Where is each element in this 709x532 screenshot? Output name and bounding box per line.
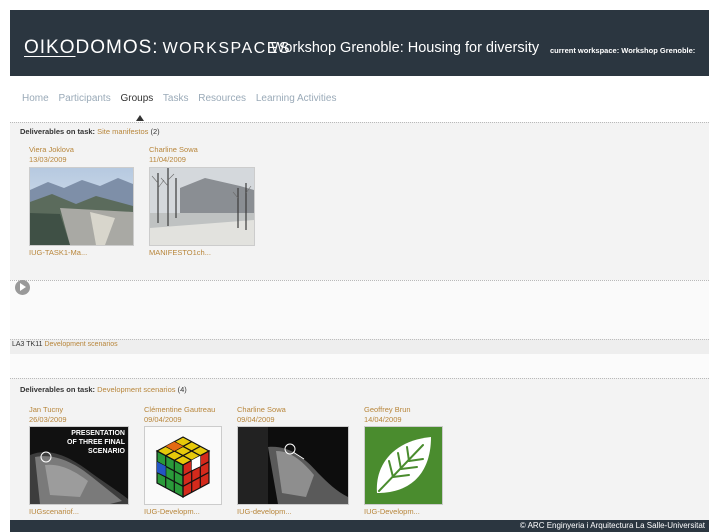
footer-bar: © ARC Enginyeria i Arquitectura La Salle… xyxy=(10,520,709,532)
valley-city-photo xyxy=(30,168,133,245)
section-heading: Deliverables on task: Development scenar… xyxy=(20,385,187,394)
section-heading: Deliverables on task: Site manifestos (2… xyxy=(20,127,160,136)
copyright-text: © ARC Enginyeria i Arquitectura La Salle… xyxy=(519,521,705,530)
author-link[interactable]: Charline Sowa xyxy=(149,145,259,154)
thumbnail-image[interactable]: PRESENTATION OF THREE FINAL SCENARIO xyxy=(29,426,129,505)
tab-tasks[interactable]: Tasks xyxy=(163,93,189,104)
next-arrow-icon[interactable] xyxy=(15,280,30,295)
file-link[interactable]: IUG-TASK1-Ma... xyxy=(29,248,87,257)
date-label: 26/03/2009 xyxy=(29,415,67,424)
header-bar: OIKODOMOS: WORKSPACES Workshop Grenoble: … xyxy=(10,10,709,76)
deliverable-item: Geoffrey Brun 14/04/2009 IUG-Developm... xyxy=(364,405,474,516)
brand-oiko: OIKO xyxy=(24,37,76,58)
tab-resources[interactable]: Resources xyxy=(198,93,246,104)
file-link[interactable]: MANIFESTO1ch... xyxy=(149,248,211,257)
deliverable-item: Charline Sowa 09/04/2009 IUG-developm... xyxy=(237,405,349,516)
author-link[interactable]: Charline Sowa xyxy=(237,405,347,414)
deliverable-item: Charline Sowa 11/04/2009 MANIFESTO1ch... xyxy=(149,145,259,257)
thumbnail-image[interactable] xyxy=(29,167,134,246)
date-label: 09/04/2009 xyxy=(237,415,275,424)
author-link[interactable]: Geoffrey Brun xyxy=(364,405,474,414)
deliverables-panel-development-scenarios: Deliverables on task: Development scenar… xyxy=(10,378,709,521)
thumbnail-image[interactable] xyxy=(144,426,222,505)
deliverable-count: (4) xyxy=(177,385,187,394)
thumbnail-image[interactable] xyxy=(149,167,255,246)
deliverable-item: Viera Joklova 13/03/2009 IUG-TASK1-Ma... xyxy=(29,145,139,257)
deliverable-count: (2) xyxy=(150,127,160,136)
nav-tabs: Home Participants Groups Tasks Resources… xyxy=(22,93,343,104)
tab-participants[interactable]: Participants xyxy=(58,93,110,104)
file-link[interactable]: IUG-developm... xyxy=(237,507,292,516)
tab-groups[interactable]: Groups xyxy=(121,93,154,104)
file-link[interactable]: IUGscenariof... xyxy=(29,507,79,516)
file-link[interactable]: IUG-Developm... xyxy=(364,507,420,516)
current-workspace[interactable]: current workspace: Workshop Grenoble: xyxy=(550,46,709,55)
section-label: Deliverables on task: xyxy=(20,127,96,136)
active-tab-caret-icon xyxy=(136,115,144,121)
pager-area xyxy=(10,280,709,339)
brand-logo[interactable]: OIKODOMOS: WORKSPACES xyxy=(24,37,291,59)
task-link[interactable]: Development scenarios xyxy=(44,341,117,348)
date-label: 11/04/2009 xyxy=(149,155,186,164)
rubiks-cube-icon xyxy=(155,436,211,499)
brand-domos: DOMOS: xyxy=(75,37,159,58)
date-label: 14/04/2009 xyxy=(364,415,402,424)
task-bar-label: LA3 TK11 Development scenarios xyxy=(12,341,118,348)
task-code: LA3 TK11 xyxy=(12,341,43,348)
thumbnail-image[interactable] xyxy=(364,426,443,505)
task-link[interactable]: Site manifestos xyxy=(97,127,148,136)
tab-learning-activities[interactable]: Learning Activities xyxy=(256,93,337,104)
author-link[interactable]: Viera Joklova xyxy=(29,145,139,154)
author-link[interactable]: Jan Tucny xyxy=(29,405,139,414)
deliverable-item: Jan Tucny 26/03/2009 PRESENTATION OF THR… xyxy=(29,405,139,516)
map-scenario-image xyxy=(30,451,128,504)
workshop-title: Workshop Grenoble: Housing for diversity xyxy=(271,40,540,56)
task-link[interactable]: Development scenarios xyxy=(97,385,175,394)
spacer xyxy=(10,354,709,378)
nav-bar: Home Participants Groups Tasks Resources… xyxy=(10,76,709,123)
plaza-photo xyxy=(150,168,254,245)
date-label: 13/03/2009 xyxy=(29,155,67,164)
deliverables-panel-site-manifestos: Deliverables on task: Site manifestos (2… xyxy=(10,122,709,281)
tab-home[interactable]: Home xyxy=(22,93,49,104)
map-plan-image xyxy=(238,427,348,504)
thumbnail-image[interactable] xyxy=(237,426,349,505)
file-link[interactable]: IUG-Developm... xyxy=(144,507,200,516)
leaf-icon xyxy=(376,437,431,493)
section-label: Deliverables on task: xyxy=(20,385,96,394)
